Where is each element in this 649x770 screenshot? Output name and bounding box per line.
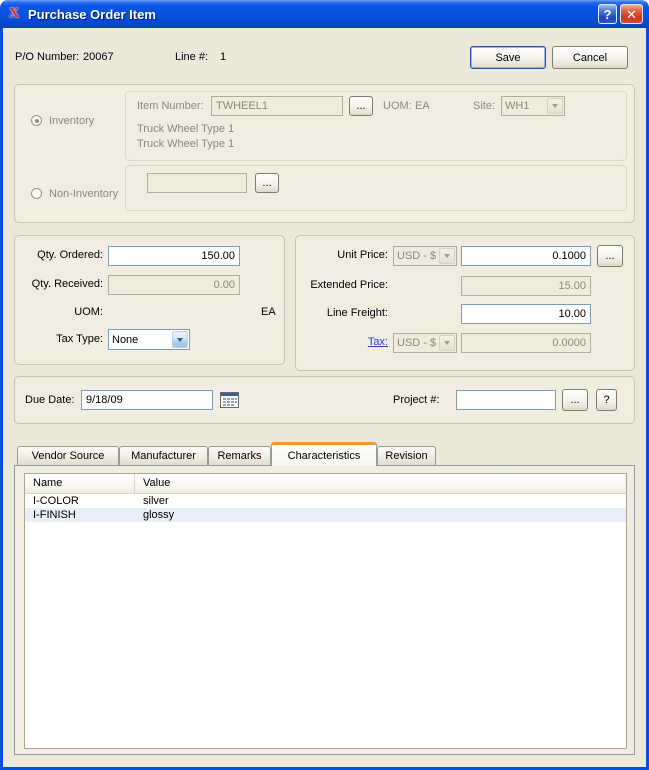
tax-type-combo[interactable]: None [108, 329, 190, 350]
item-description-line2: Truck Wheel Type 1 [137, 138, 235, 150]
cancel-button[interactable]: Cancel [552, 46, 628, 69]
tax-link[interactable]: Tax: [368, 336, 388, 348]
tab-manufacturer[interactable]: Manufacturer [119, 446, 208, 465]
window-title: Purchase Order Item [28, 6, 156, 22]
line-number-label: Line #: [175, 51, 209, 63]
column-header-value[interactable]: Value [135, 474, 178, 493]
project-field[interactable] [456, 390, 556, 410]
tax-field [461, 333, 591, 353]
table-header: Name Value [25, 474, 626, 494]
characteristics-panel: Name Value I-COLOR silver I-FINISH gloss… [14, 465, 635, 755]
site-combo-value: WH1 [505, 100, 530, 112]
po-number-label: P/O Number: [15, 51, 80, 63]
site-label: Site: [473, 100, 496, 112]
chevron-down-icon [439, 335, 455, 351]
quantity-group: Qty. Ordered: Qty. Received: UOM: EA Tax… [14, 235, 285, 365]
qty-received-field [108, 275, 240, 295]
uom-value: EA [415, 100, 430, 112]
non-inventory-radio [31, 188, 42, 199]
tab-vendor-source[interactable]: Vendor Source [17, 446, 119, 465]
table-row[interactable]: I-COLOR silver [25, 494, 626, 508]
project-browse-button[interactable]: ... [562, 389, 588, 411]
due-date-field[interactable] [81, 390, 213, 410]
site-combo: WH1 [501, 96, 565, 116]
tax-currency-combo: USD - $ [393, 333, 457, 353]
tax-type-value: None [112, 333, 139, 346]
item-number-browse-button[interactable]: ... [349, 96, 373, 116]
price-group: Unit Price: USD - $ ... Extended Price: … [295, 235, 635, 371]
titlebar-close-icon[interactable]: ✕ [620, 4, 643, 24]
chevron-down-icon [172, 331, 188, 348]
purchase-order-item-window: X Purchase Order Item ? ✕ P/O Number: 20… [0, 0, 649, 770]
schedule-group: Due Date: Project #: ... ? [14, 376, 635, 424]
item-number-field [211, 96, 343, 116]
tax-currency-value: USD - $ [397, 337, 437, 349]
inventory-radio-label: Inventory [49, 115, 95, 127]
characteristic-value: glossy [143, 509, 175, 521]
tab-characteristics[interactable]: Characteristics [271, 442, 377, 466]
tax-label-wrap: Tax: [296, 336, 388, 348]
unit-price-field[interactable] [461, 246, 591, 266]
project-label: Project #: [393, 394, 440, 406]
inventory-radio [31, 115, 42, 126]
characteristic-name: I-FINISH [33, 509, 76, 521]
characteristic-value: silver [143, 495, 169, 507]
table-row[interactable]: I-FINISH glossy [25, 508, 626, 522]
due-date-label: Due Date: [25, 394, 75, 406]
line-freight-label: Line Freight: [326, 307, 388, 319]
unit-price-currency-value: USD - $ [397, 250, 437, 262]
unit-price-currency-combo: USD - $ [393, 246, 457, 266]
save-button[interactable]: Save [470, 46, 546, 69]
item-number-label: Item Number: [137, 100, 204, 112]
qty-ordered-field[interactable] [108, 246, 240, 266]
po-number-value: 20067 [83, 51, 114, 63]
calendar-icon [220, 392, 239, 408]
titlebar: X Purchase Order Item ? ✕ [0, 0, 649, 28]
column-header-name[interactable]: Name [25, 474, 135, 493]
qty-received-label: Qty. Received: [31, 278, 103, 290]
item-description-line1: Truck Wheel Type 1 [137, 123, 235, 135]
characteristic-name: I-COLOR [33, 495, 79, 507]
non-inventory-field [147, 173, 247, 193]
characteristics-table: Name Value I-COLOR silver I-FINISH gloss… [24, 473, 627, 749]
tab-revision[interactable]: Revision [377, 446, 436, 465]
app-icon: X [8, 6, 20, 21]
line-number-value: 1 [220, 51, 227, 63]
titlebar-help-button[interactable]: ? [598, 4, 617, 24]
unit-price-browse-button[interactable]: ... [597, 245, 623, 267]
project-help-button[interactable]: ? [596, 389, 617, 411]
calendar-button[interactable] [218, 389, 240, 410]
qty-ordered-label: Qty. Ordered: [37, 249, 103, 261]
extended-price-label: Extended Price: [310, 279, 388, 291]
line-freight-field[interactable] [461, 304, 591, 324]
chevron-down-icon [439, 248, 455, 264]
extended-price-field [461, 276, 591, 296]
chevron-down-icon [547, 98, 563, 114]
item-group: Inventory Item Number: ... UOM: EA Site:… [14, 84, 635, 223]
non-inventory-radio-label: Non-Inventory [49, 188, 119, 200]
dialog-body: P/O Number: 20067 Line #: 1 Save Cancel … [3, 28, 646, 767]
unit-price-label: Unit Price: [337, 249, 388, 261]
tab-remarks[interactable]: Remarks [208, 446, 271, 465]
qty-uom-label: UOM: [74, 306, 103, 318]
qty-uom-value: EA [261, 306, 276, 318]
uom-label: UOM: [383, 100, 412, 112]
tax-type-label: Tax Type: [56, 333, 103, 345]
non-inventory-browse-button[interactable]: ... [255, 173, 279, 193]
